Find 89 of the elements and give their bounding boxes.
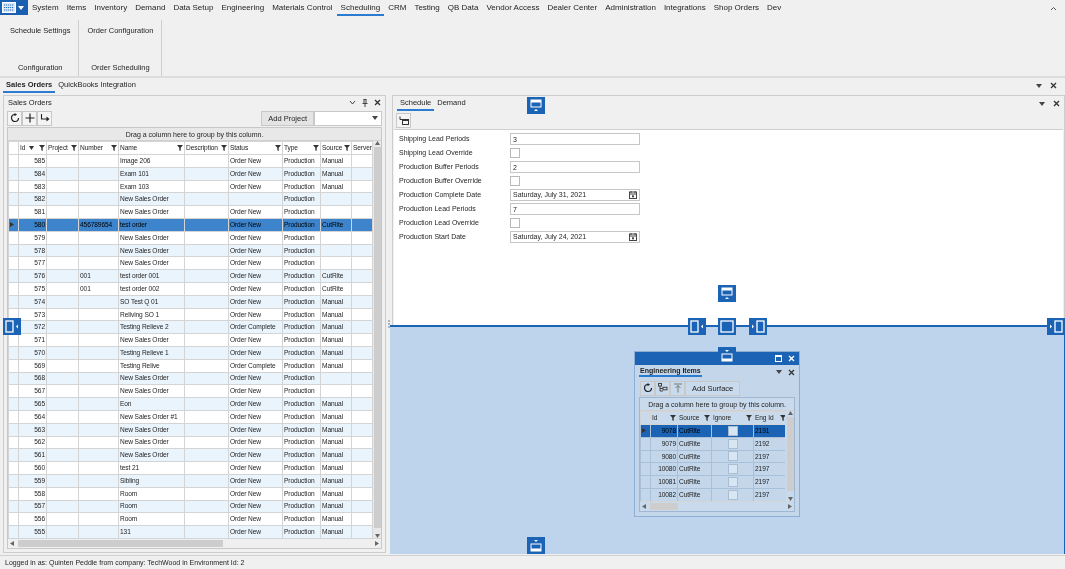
row-indicator-icon xyxy=(642,428,646,434)
dropdown-field[interactable] xyxy=(314,110,382,126)
filter-icon[interactable] xyxy=(221,145,227,151)
filter-icon[interactable] xyxy=(39,145,45,151)
menu-item[interactable]: Testing xyxy=(410,0,444,16)
checkbox[interactable] xyxy=(510,176,520,186)
dock-guide-icon[interactable] xyxy=(1047,318,1065,335)
maximize-icon[interactable] xyxy=(775,355,782,362)
calendar-icon[interactable] xyxy=(629,191,637,199)
refresh-button[interactable] xyxy=(7,110,22,126)
menu-item[interactable]: System xyxy=(28,0,63,16)
checkbox[interactable] xyxy=(727,464,738,475)
dropdown-icon[interactable] xyxy=(372,116,378,120)
menu-item[interactable]: Data Setup xyxy=(169,0,218,16)
pin-icon[interactable] xyxy=(362,98,368,107)
app-logo-icon xyxy=(2,2,16,13)
filter-icon[interactable] xyxy=(670,415,676,421)
redo-arrow-icon xyxy=(39,113,50,123)
checkbox[interactable] xyxy=(727,489,738,500)
menu-item[interactable]: Items xyxy=(62,0,91,16)
refresh-icon xyxy=(9,113,20,123)
checkbox[interactable] xyxy=(727,477,738,488)
scrollbar-thumb[interactable] xyxy=(786,417,794,491)
filter-icon[interactable] xyxy=(275,145,281,151)
checkbox[interactable] xyxy=(510,148,520,158)
menu-item[interactable]: QB Data xyxy=(443,0,483,16)
horizontal-scrollbar[interactable] xyxy=(8,538,381,548)
add-button[interactable] xyxy=(22,110,37,126)
collapse-icon[interactable] xyxy=(1050,5,1057,11)
menu-item[interactable]: Inventory xyxy=(90,0,132,16)
filter-icon[interactable] xyxy=(71,145,77,151)
menu-item[interactable]: Dealer Center xyxy=(543,0,602,16)
menu-item[interactable]: Scheduling xyxy=(336,0,385,16)
menu-item[interactable]: Shop Orders xyxy=(709,0,764,16)
refresh-button[interactable] xyxy=(640,380,655,396)
menu-item[interactable]: CRM xyxy=(384,0,411,16)
scrollbar-thumb[interactable] xyxy=(18,540,223,547)
scroll-left-icon[interactable] xyxy=(642,504,646,509)
dock-guide-icon[interactable] xyxy=(718,285,736,302)
menu-item[interactable]: Administration xyxy=(601,0,660,16)
scroll-right-icon[interactable] xyxy=(375,541,379,546)
scroll-right-icon[interactable] xyxy=(788,504,792,509)
horizontal-scrollbar[interactable] xyxy=(640,501,794,511)
row-indicator-icon xyxy=(10,222,14,228)
vertical-scrollbar[interactable] xyxy=(785,411,794,501)
dock-guide-icon[interactable] xyxy=(718,318,736,335)
scrollbar-thumb[interactable] xyxy=(650,503,678,510)
menu-item[interactable]: Dev xyxy=(763,0,786,16)
dropdown-icon[interactable] xyxy=(1036,83,1042,88)
filter-icon[interactable] xyxy=(704,415,710,421)
filter-icon[interactable] xyxy=(344,145,351,151)
dock-guide-icon[interactable] xyxy=(688,318,706,335)
dock-guide-icon[interactable] xyxy=(749,318,767,335)
checkbox[interactable] xyxy=(727,425,738,436)
close-icon[interactable] xyxy=(1050,82,1057,89)
menu-item[interactable]: Materials Control xyxy=(268,0,337,16)
dropdown-icon[interactable] xyxy=(1039,101,1045,106)
app-menu-button[interactable] xyxy=(0,0,28,15)
arrow-up-icon xyxy=(672,383,683,393)
dock-guide-icon[interactable] xyxy=(527,537,545,554)
filter-icon[interactable] xyxy=(111,145,117,151)
filter-icon[interactable] xyxy=(313,145,319,151)
dropdown-icon[interactable] xyxy=(776,370,782,374)
menu-item[interactable]: Vendor Access xyxy=(482,0,544,16)
checkbox[interactable] xyxy=(510,218,520,228)
scroll-left-icon[interactable] xyxy=(10,541,14,546)
layout-icon xyxy=(398,115,409,125)
tree-icon xyxy=(657,383,668,393)
dock-guide-icon[interactable] xyxy=(3,318,21,335)
layout-button[interactable] xyxy=(396,112,411,128)
refresh-icon xyxy=(642,383,653,393)
menu-item[interactable]: Demand xyxy=(131,0,170,16)
caret-icon xyxy=(18,5,24,10)
tree-button[interactable] xyxy=(655,380,670,396)
close-icon[interactable] xyxy=(1053,100,1060,107)
chevron-icon[interactable] xyxy=(349,100,356,105)
dock-guide-icon[interactable] xyxy=(527,97,545,114)
redo-button[interactable] xyxy=(37,110,52,126)
close-icon[interactable] xyxy=(788,368,795,376)
plus-icon xyxy=(24,113,35,123)
calendar-icon[interactable] xyxy=(629,233,637,241)
menu-item[interactable]: Engineering xyxy=(217,0,269,16)
menu-item[interactable]: Integrations xyxy=(659,0,710,16)
close-icon[interactable] xyxy=(374,99,381,106)
filter-icon[interactable] xyxy=(177,145,183,151)
filter-icon[interactable] xyxy=(746,415,752,421)
dock-guide-icon[interactable] xyxy=(718,347,736,364)
checkbox[interactable] xyxy=(727,451,738,462)
checkbox[interactable] xyxy=(727,438,738,449)
